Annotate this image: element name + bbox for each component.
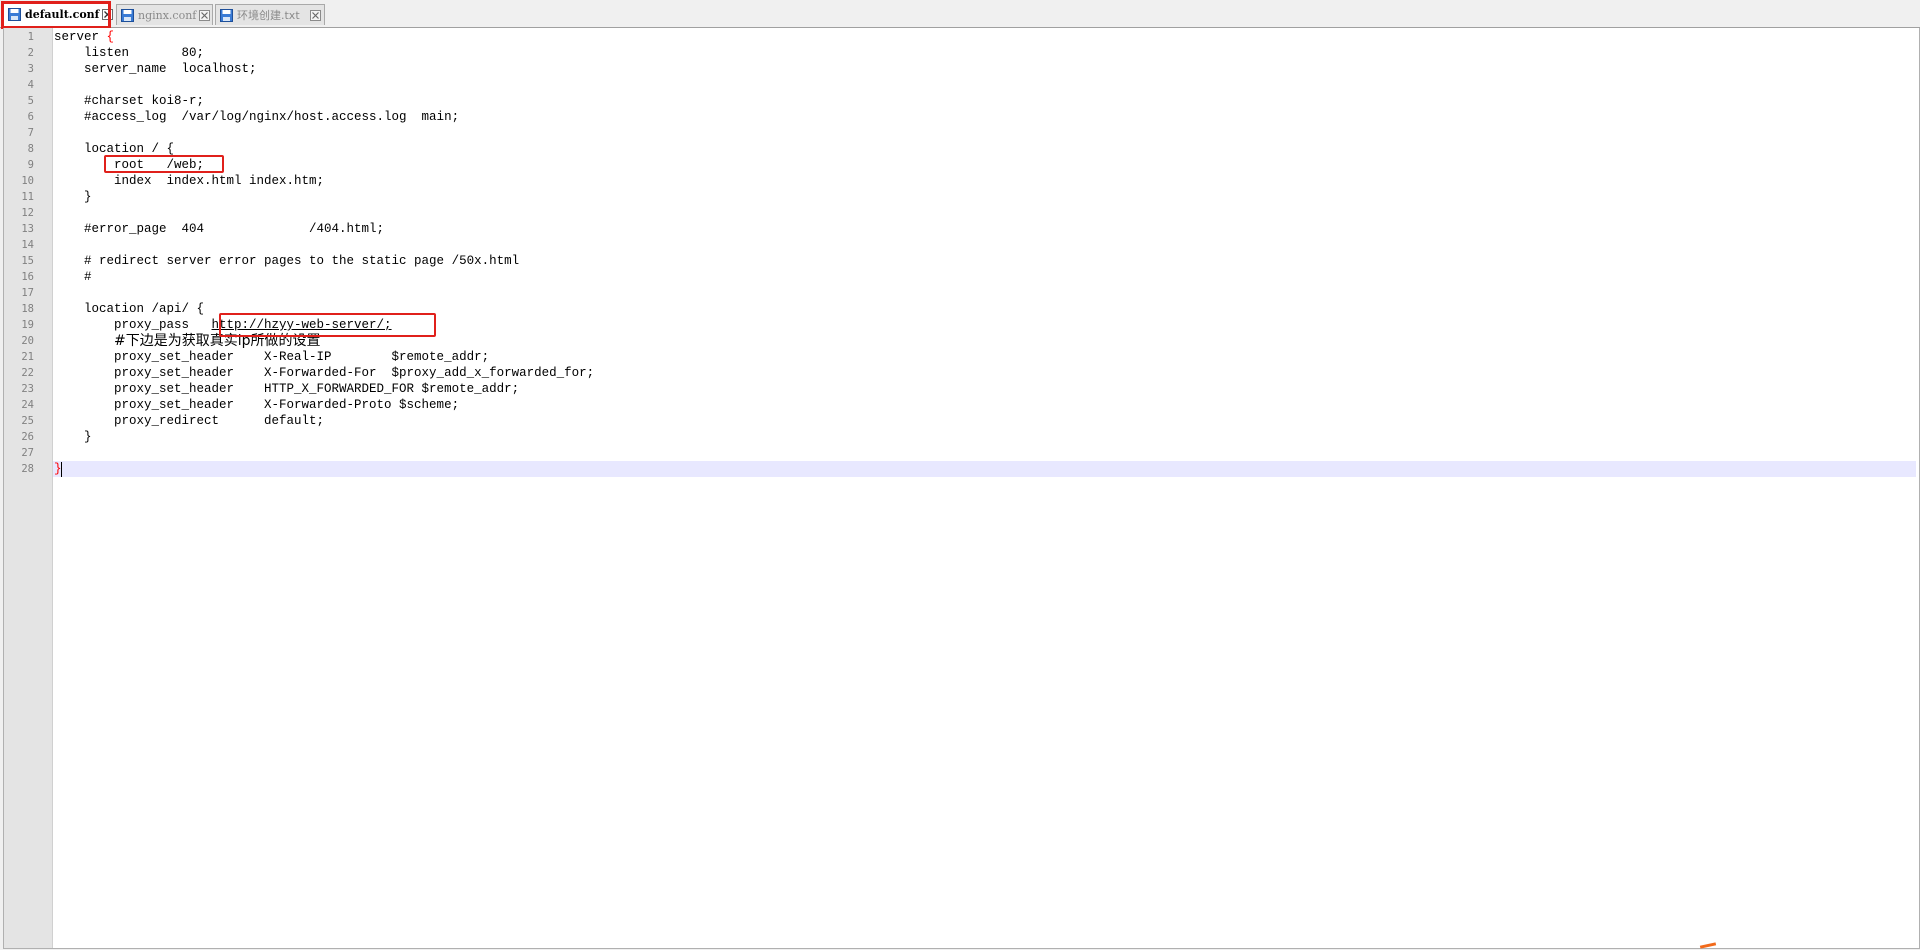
code-line-6[interactable]: #access_log /var/log/nginx/host.access.l… bbox=[54, 109, 459, 125]
tab-label: nginx.conf bbox=[138, 8, 197, 22]
line-number: 18 bbox=[21, 303, 34, 315]
text-caret bbox=[61, 462, 62, 477]
close-icon[interactable] bbox=[102, 9, 114, 20]
code-line-26[interactable]: } bbox=[54, 429, 92, 445]
current-line-highlight bbox=[53, 461, 1916, 477]
line-number: 3 bbox=[27, 63, 34, 75]
code-line-13[interactable]: #error_page 404 /404.html; bbox=[54, 221, 384, 237]
open-brace: { bbox=[106, 30, 115, 44]
line-number: 20 bbox=[21, 335, 34, 347]
tab-nginx-conf[interactable]: nginx.conf bbox=[116, 4, 213, 25]
code-line-24[interactable]: proxy_set_header X-Forwarded-Proto $sche… bbox=[54, 397, 459, 413]
code-text: proxy_pass bbox=[54, 318, 212, 332]
line-number: 10 bbox=[21, 175, 34, 187]
line-number: 17 bbox=[21, 287, 34, 299]
chinese-comment: #下边是为获取真实ip所做的设置 bbox=[114, 333, 321, 349]
code-line-2[interactable]: listen 80; bbox=[54, 45, 204, 61]
text-editor[interactable]: 1 2 3 4 5 6 7 8 9 10 11 12 13 14 15 16 1… bbox=[3, 28, 1920, 949]
code-line-9[interactable]: root /web; bbox=[54, 157, 204, 173]
tab-label: 环境创建.txt bbox=[237, 9, 300, 22]
code-line-22[interactable]: proxy_set_header X-Forwarded-For $proxy_… bbox=[54, 365, 594, 381]
line-number: 16 bbox=[21, 271, 34, 283]
code-line-16[interactable]: # bbox=[54, 269, 92, 285]
code-line-18[interactable]: location /api/ { bbox=[54, 301, 204, 317]
tab-env-create-txt[interactable]: 环境创建.txt bbox=[215, 4, 325, 25]
line-number: 25 bbox=[21, 415, 34, 427]
line-number: 27 bbox=[21, 447, 34, 459]
code-line-8[interactable]: location / { bbox=[54, 141, 174, 157]
line-number: 13 bbox=[21, 223, 34, 235]
code-line-21[interactable]: proxy_set_header X-Real-IP $remote_addr; bbox=[54, 349, 489, 365]
close-icon[interactable] bbox=[310, 9, 321, 21]
code-line-3[interactable]: server_name localhost; bbox=[54, 61, 257, 77]
code-line-25[interactable]: proxy_redirect default; bbox=[54, 413, 324, 429]
code-line-20[interactable]: #下边是为获取真实ip所做的设置 bbox=[54, 333, 321, 349]
notepad-editor-window: default.conf nginx.conf 环境创建.txt 1 2 3 4… bbox=[0, 0, 1920, 950]
proxy-pass-url: http://hzyy-web-server/; bbox=[211, 318, 392, 332]
code-line-19[interactable]: proxy_pass http://hzyy-web-server/; bbox=[54, 317, 392, 333]
line-number: 15 bbox=[21, 255, 34, 267]
line-number: 4 bbox=[27, 79, 34, 91]
line-number: 26 bbox=[21, 431, 34, 443]
save-disk-icon bbox=[121, 8, 134, 22]
line-number: 8 bbox=[27, 143, 34, 155]
code-line-23[interactable]: proxy_set_header HTTP_X_FORWARDED_FOR $r… bbox=[54, 381, 519, 397]
line-number: 6 bbox=[27, 111, 34, 123]
line-number: 5 bbox=[27, 95, 34, 107]
line-number: 14 bbox=[21, 239, 34, 251]
code-line-11[interactable]: } bbox=[54, 189, 92, 205]
save-disk-icon bbox=[220, 8, 233, 22]
code-line-1[interactable]: server { bbox=[54, 29, 114, 45]
line-number: 7 bbox=[27, 127, 34, 139]
line-number: 19 bbox=[21, 319, 34, 331]
close-icon[interactable] bbox=[199, 9, 211, 21]
line-number: 23 bbox=[21, 383, 34, 395]
code-line-5[interactable]: #charset koi8-r; bbox=[54, 93, 204, 109]
save-disk-icon bbox=[8, 8, 21, 21]
line-number: 12 bbox=[21, 207, 34, 219]
code-line-15[interactable]: # redirect server error pages to the sta… bbox=[54, 253, 519, 269]
line-number: 24 bbox=[21, 399, 34, 411]
line-number: 9 bbox=[27, 159, 34, 171]
line-number: 22 bbox=[21, 367, 34, 379]
line-number-gutter: 1 2 3 4 5 6 7 8 9 10 11 12 13 14 15 16 1… bbox=[4, 28, 53, 948]
tab-bar: default.conf nginx.conf 环境创建.txt bbox=[0, 0, 1920, 29]
tab-label: default.conf bbox=[25, 8, 100, 21]
line-number: 28 bbox=[21, 463, 34, 475]
line-number: 11 bbox=[21, 191, 34, 203]
tab-default-conf[interactable]: default.conf bbox=[3, 2, 114, 27]
code-text: server bbox=[54, 30, 107, 44]
line-number: 2 bbox=[27, 47, 34, 59]
line-number: 1 bbox=[27, 31, 34, 43]
line-number: 21 bbox=[21, 351, 34, 363]
code-line-10[interactable]: index index.html index.htm; bbox=[54, 173, 324, 189]
